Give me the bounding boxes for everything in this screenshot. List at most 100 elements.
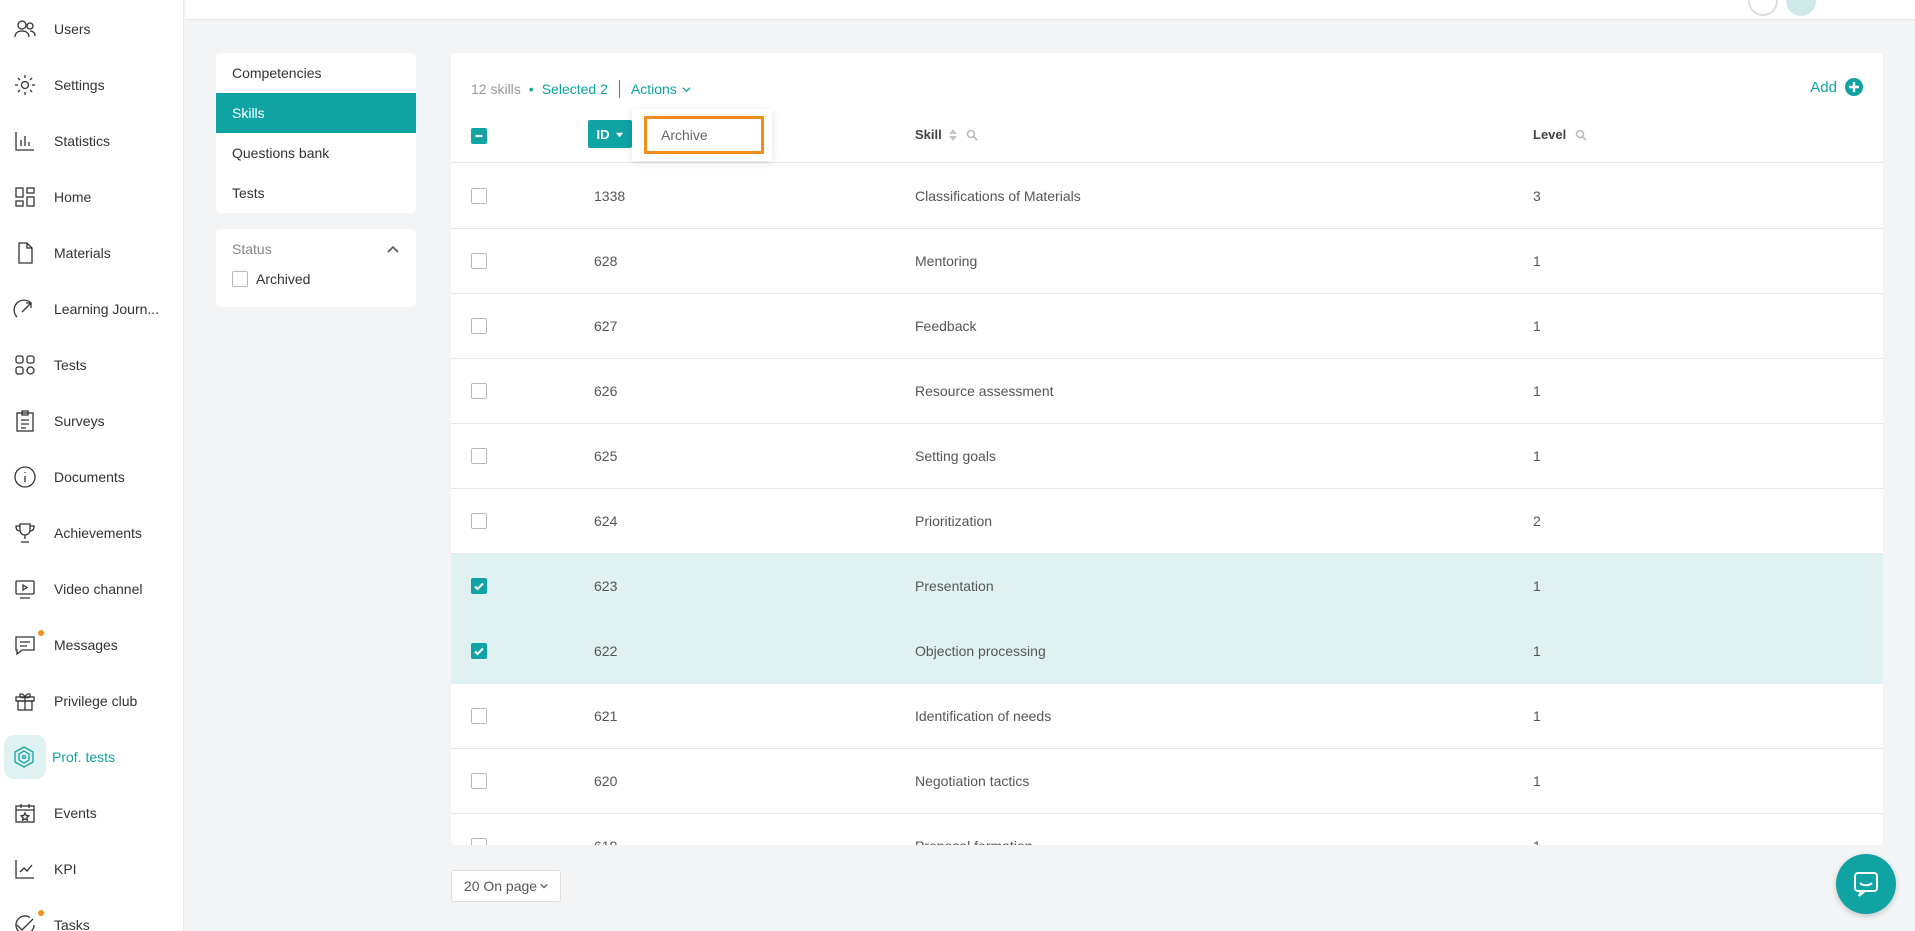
row-id: 624 <box>594 513 618 529</box>
sidebar-item-documents[interactable]: Documents <box>4 455 176 499</box>
row-checkbox[interactable] <box>471 253 487 269</box>
avatar[interactable] <box>1786 0 1816 16</box>
row-skill[interactable]: Mentoring <box>915 253 977 269</box>
row-skill[interactable]: Prioritization <box>915 513 992 529</box>
table-row[interactable]: 626 Resource assessment 1 <box>451 359 1883 424</box>
sidebar-item-surveys[interactable]: Surveys <box>4 399 176 443</box>
category-skills[interactable]: Skills <box>216 93 416 133</box>
sidebar-item-kpi[interactable]: KPI <box>4 847 176 891</box>
row-skill[interactable]: Setting goals <box>915 448 996 464</box>
sidebar-item-statistics[interactable]: Statistics <box>4 119 176 163</box>
row-skill[interactable]: Objection processing <box>915 643 1046 659</box>
sidebar-item-label: Materials <box>54 245 111 261</box>
selected-count[interactable]: Selected 2 <box>542 81 608 97</box>
sidebar: Users Settings Statistics Home Materials… <box>0 0 184 931</box>
table-row[interactable]: 628 Mentoring 1 <box>451 229 1883 294</box>
sidebar-item-label: Statistics <box>54 133 111 149</box>
skill-column-header[interactable]: Skill <box>915 127 978 142</box>
sidebar-item-users[interactable]: Users <box>4 7 176 51</box>
sidebar-item-privilege-club[interactable]: Privilege club <box>4 679 176 723</box>
row-checkbox[interactable] <box>471 838 487 845</box>
row-checkbox[interactable] <box>471 773 487 789</box>
support-chat-button[interactable] <box>1836 854 1896 914</box>
table-row[interactable]: 620 Negotiation tactics 1 <box>451 749 1883 814</box>
row-checkbox[interactable] <box>471 513 487 529</box>
archived-filter[interactable]: Archived <box>216 257 416 287</box>
sidebar-item-tests[interactable]: Tests <box>4 343 176 387</box>
table-row[interactable]: 625 Setting goals 1 <box>451 424 1883 489</box>
row-id: 620 <box>594 773 618 789</box>
table-row[interactable]: 1338 Classifications of Materials 3 <box>451 164 1883 229</box>
trophy-icon <box>12 520 38 546</box>
select-all-checkbox[interactable] <box>471 128 487 144</box>
row-checkbox[interactable] <box>471 643 487 659</box>
category-tests[interactable]: Tests <box>216 173 416 213</box>
row-skill[interactable]: Classifications of Materials <box>915 188 1081 204</box>
sidebar-item-tasks[interactable]: Tasks <box>4 903 176 931</box>
kpi-icon <box>12 856 38 882</box>
sidebar-item-video-channel[interactable]: Video channel <box>4 567 176 611</box>
row-id: 1338 <box>594 188 626 204</box>
row-checkbox[interactable] <box>471 318 487 334</box>
table-row[interactable]: 627 Feedback 1 <box>451 294 1883 359</box>
row-skill[interactable]: Feedback <box>915 318 976 334</box>
plus-icon <box>1845 78 1863 96</box>
row-skill[interactable]: Resource assessment <box>915 383 1054 399</box>
sidebar-item-events[interactable]: Events <box>4 791 176 835</box>
id-sort-button[interactable]: ID <box>588 120 632 148</box>
sidebar-item-materials[interactable]: Materials <box>4 231 176 275</box>
sidebar-item-label: Events <box>54 805 97 821</box>
sidebar-item-label: Achievements <box>54 525 142 541</box>
page-size-select[interactable]: 20 On page <box>451 870 561 902</box>
row-skill[interactable]: Negotiation tactics <box>915 773 1029 789</box>
notifications-button[interactable] <box>1748 0 1778 16</box>
id-header-label: ID <box>596 126 610 142</box>
row-id: 623 <box>594 578 618 594</box>
table-row[interactable]: 623 Presentation 1 <box>451 554 1883 619</box>
row-id: 626 <box>594 383 618 399</box>
row-id: 627 <box>594 318 618 334</box>
level-column-header[interactable]: Level <box>1533 127 1587 142</box>
row-level: 1 <box>1533 578 1541 594</box>
sidebar-item-learning-journey[interactable]: Learning Journ... <box>4 287 176 331</box>
category-competencies[interactable]: Competencies <box>216 53 416 93</box>
row-id: 622 <box>594 643 618 659</box>
separator-dot: • <box>528 81 534 97</box>
table-row[interactable]: 624 Prioritization 2 <box>451 489 1883 554</box>
gear-icon <box>12 72 38 98</box>
row-checkbox[interactable] <box>471 578 487 594</box>
row-id: 619 <box>594 838 617 845</box>
row-checkbox[interactable] <box>471 448 487 464</box>
sidebar-item-settings[interactable]: Settings <box>4 63 176 107</box>
search-icon[interactable] <box>966 129 978 141</box>
actions-dropdown[interactable]: Actions <box>631 81 691 97</box>
status-filter-title: Status <box>232 241 272 257</box>
add-button[interactable]: Add <box>1810 78 1863 96</box>
archived-checkbox[interactable] <box>232 271 248 287</box>
sidebar-item-messages[interactable]: Messages <box>4 623 176 667</box>
skills-table-card: 12 skills • Selected 2 Actions Add ID Sk… <box>451 53 1883 845</box>
archive-menu-item[interactable]: Archive <box>644 116 764 154</box>
table-row[interactable]: 621 Identification of needs 1 <box>451 684 1883 749</box>
table-row[interactable]: 619 Proposal formation 1 <box>451 814 1883 845</box>
row-checkbox[interactable] <box>471 708 487 724</box>
row-skill[interactable]: Identification of needs <box>915 708 1051 724</box>
sidebar-item-prof-tests[interactable]: Prof. tests <box>4 735 115 779</box>
sidebar-item-achievements[interactable]: Achievements <box>4 511 176 555</box>
table-row[interactable]: 622 Objection processing 1 <box>451 619 1883 684</box>
row-checkbox[interactable] <box>471 188 487 204</box>
sidebar-item-home[interactable]: Home <box>4 175 176 219</box>
sidebar-item-label: Documents <box>54 469 125 485</box>
top-header <box>185 0 1915 20</box>
calendar-icon <box>12 800 38 826</box>
search-icon[interactable] <box>1575 129 1587 141</box>
row-level: 1 <box>1533 383 1541 399</box>
category-questions-bank[interactable]: Questions bank <box>216 133 416 173</box>
sort-icon[interactable] <box>948 128 957 141</box>
status-filter-header[interactable]: Status <box>216 229 416 257</box>
row-checkbox[interactable] <box>471 383 487 399</box>
table-toolbar: 12 skills • Selected 2 Actions <box>471 80 691 98</box>
tests-icon <box>12 352 38 378</box>
row-skill[interactable]: Presentation <box>915 578 994 594</box>
row-skill[interactable]: Proposal formation <box>915 838 1033 845</box>
